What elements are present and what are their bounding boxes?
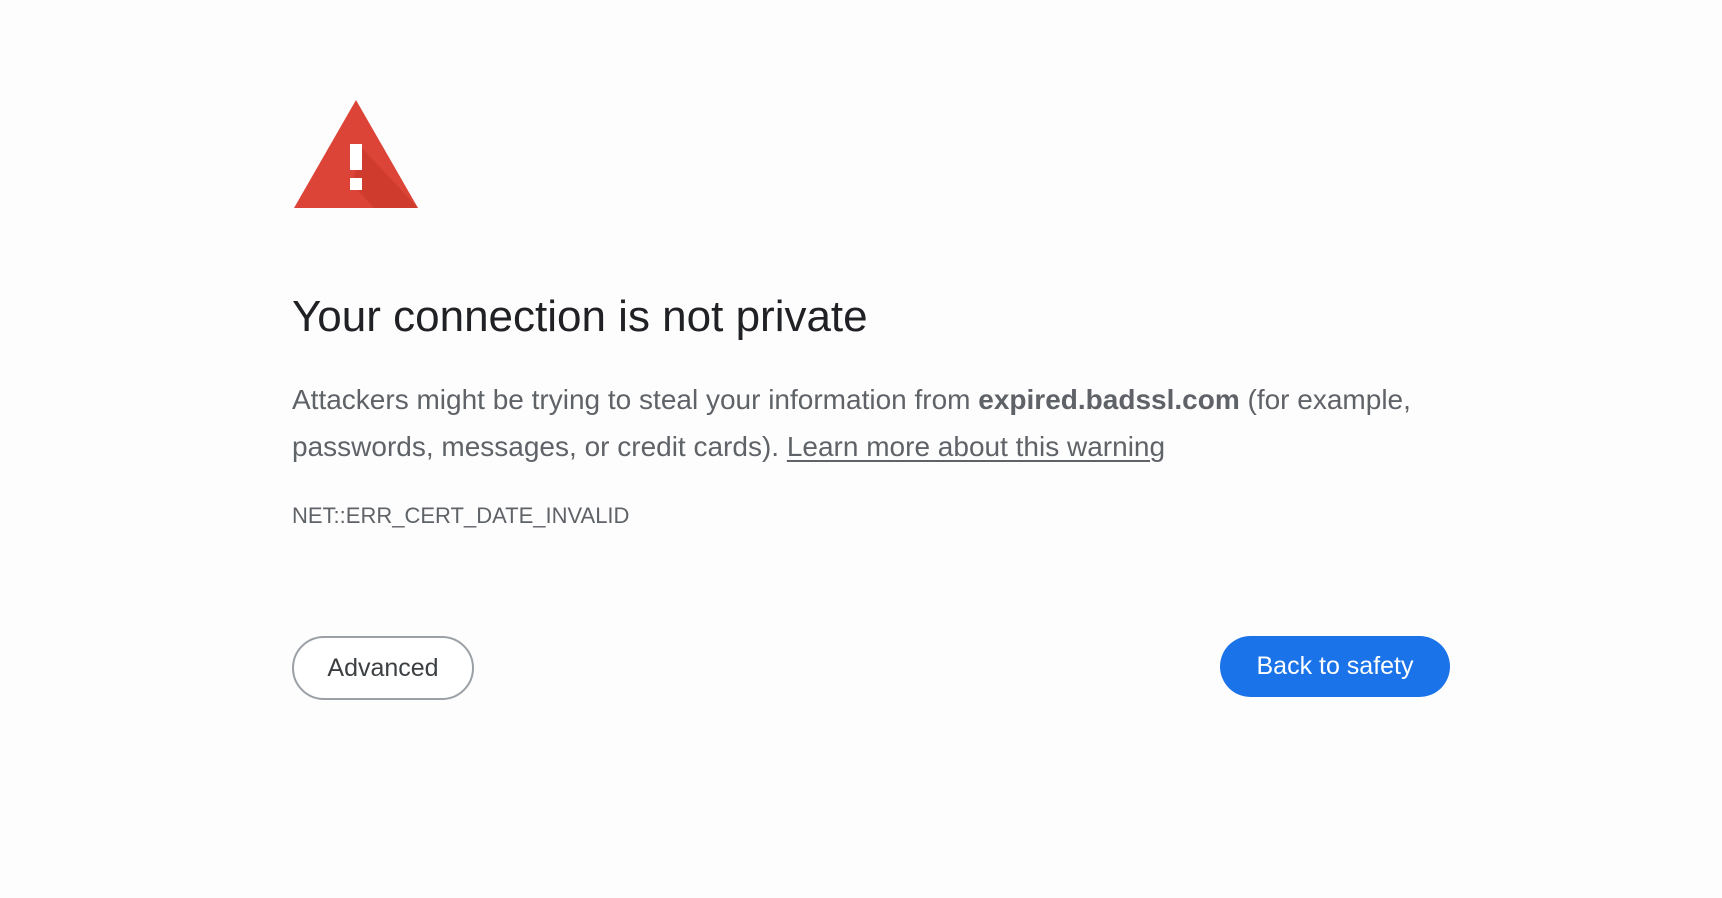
warning-explanation: Attackers might be trying to steal your … — [292, 376, 1472, 470]
back-to-safety-button[interactable]: Back to safety — [1220, 636, 1450, 697]
warning-triangle-icon — [292, 98, 420, 210]
ssl-interstitial-page: Your connection is not private Attackers… — [0, 0, 1722, 898]
error-code: NET::ERR_CERT_DATE_INVALID — [292, 503, 630, 528]
learn-more-link[interactable]: Learn more about this warning — [787, 431, 1165, 462]
site-hostname: expired.badssl.com — [978, 384, 1240, 415]
page-title: Your connection is not private — [292, 292, 868, 341]
advanced-button[interactable]: Advanced — [292, 636, 474, 700]
explanation-prefix: Attackers might be trying to steal your … — [292, 384, 979, 415]
